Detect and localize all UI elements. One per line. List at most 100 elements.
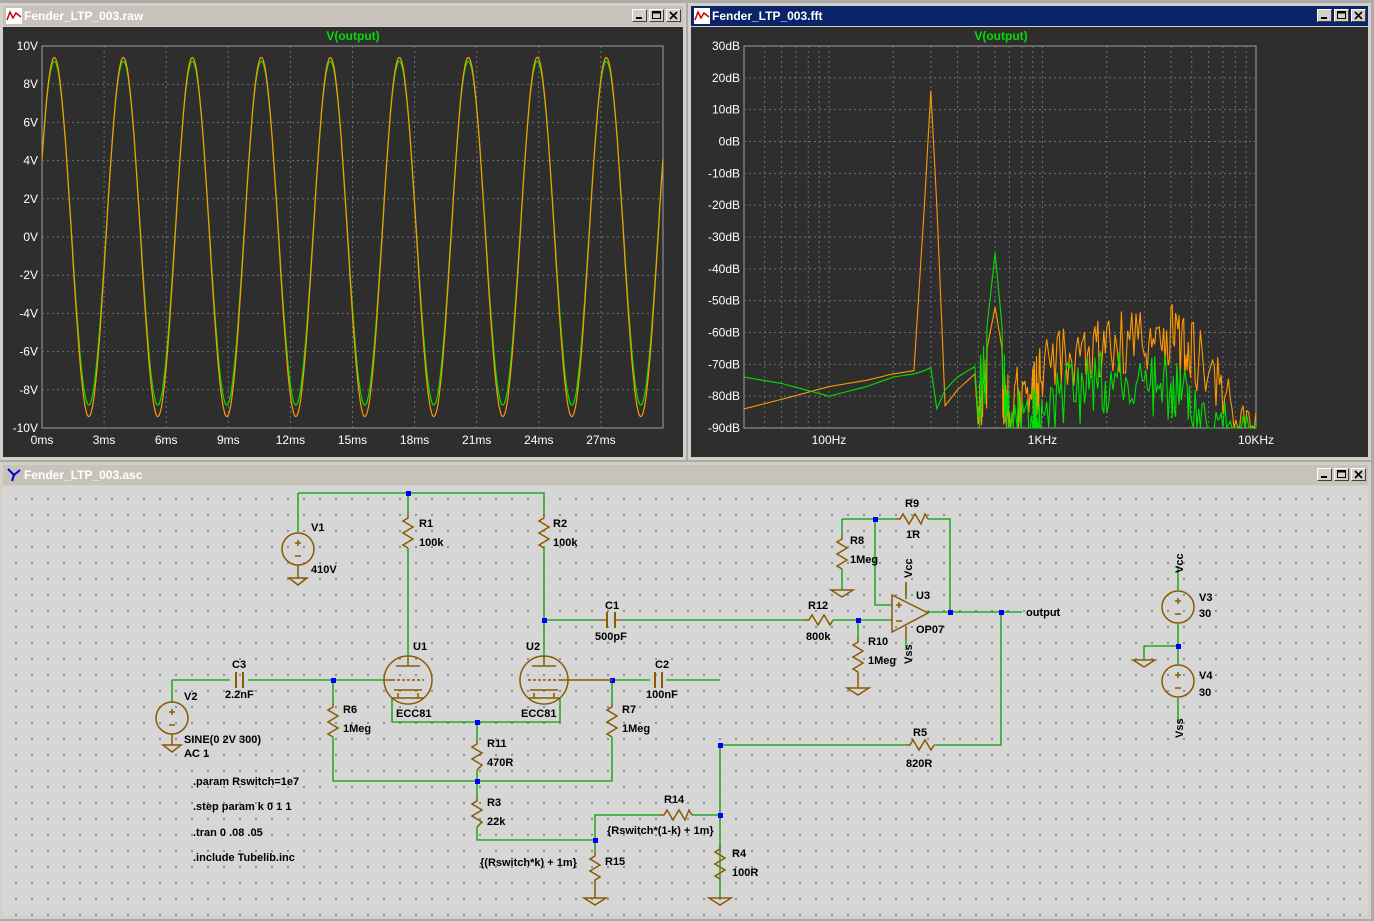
- schematic-window[interactable]: Fender_LTP_003.asc V1 410V R1 100k R2 10…: [0, 462, 1371, 919]
- label-R10[interactable]: R10: [868, 636, 888, 648]
- raw-x-tick-label: 21ms: [462, 433, 491, 447]
- capacitor-C3: [235, 672, 244, 688]
- fft-window-title: Fender_LTP_003.fft: [712, 9, 823, 23]
- label-R9[interactable]: R9: [905, 498, 919, 510]
- label-R5-value[interactable]: 820R: [906, 758, 932, 770]
- fft-plot-window[interactable]: Fender_LTP_003.fft 30dB 20dB 10dB 0dB -10dB -…: [688, 3, 1371, 460]
- directive-param[interactable]: .param Rswitch=1e7: [193, 776, 299, 788]
- raw-x-tick-label: 3ms: [93, 433, 116, 447]
- directive-include[interactable]: .include Tubelib.inc: [193, 852, 295, 864]
- label-R15[interactable]: R15: [605, 856, 625, 868]
- label-U1-value[interactable]: ECC81: [396, 708, 431, 720]
- label-R2-value[interactable]: 100k: [553, 537, 578, 549]
- capacitor-C2: [654, 672, 663, 688]
- schematic-canvas[interactable]: V1 410V R1 100k R2 100k C1 500pF R12 800…: [3, 486, 1368, 916]
- label-U3[interactable]: U3: [916, 590, 930, 602]
- label-output-net[interactable]: output: [1026, 607, 1061, 619]
- label-R3-value[interactable]: 22k: [487, 816, 506, 828]
- label-U2-value[interactable]: ECC81: [521, 708, 556, 720]
- label-R12[interactable]: R12: [808, 600, 828, 612]
- label-R7-value[interactable]: 1Meg: [622, 723, 650, 735]
- label-R6-value[interactable]: 1Meg: [343, 723, 371, 735]
- label-vss-rail[interactable]: Vss: [1174, 718, 1186, 738]
- minimize-button[interactable]: [1317, 9, 1332, 22]
- label-V1[interactable]: V1: [311, 522, 324, 534]
- label-V4-value[interactable]: 30: [1199, 687, 1211, 699]
- raw-y-tick-label: 2V: [23, 192, 38, 206]
- label-R9-value[interactable]: 1R: [906, 529, 920, 541]
- label-U1[interactable]: U1: [413, 641, 427, 653]
- fft-plot-area[interactable]: 30dB 20dB 10dB 0dB -10dB -20dB -30dB -40dB -50dB…: [691, 27, 1368, 457]
- label-vcc-rail[interactable]: Vcc: [1174, 553, 1186, 573]
- label-R3[interactable]: R3: [487, 797, 501, 809]
- label-R8-value[interactable]: 1Meg: [850, 554, 878, 566]
- label-R15-value[interactable]: {(Rswitch*k) + 1m}: [480, 857, 578, 869]
- label-vss-opamp[interactable]: Vss: [903, 644, 915, 664]
- ground-icon: [706, 897, 734, 906]
- raw-plot-svg: 10V8V6V4V2V0V-2V-4V-6V-8V-10V0ms 3ms 6ms 9m…: [13, 29, 664, 447]
- close-button[interactable]: [1351, 9, 1366, 22]
- fft-title-bar[interactable]: Fender_LTP_003.fft: [691, 6, 1368, 26]
- label-R1-value[interactable]: 100k: [419, 537, 444, 549]
- label-R1[interactable]: R1: [419, 518, 433, 530]
- label-R11[interactable]: R11: [487, 738, 507, 750]
- raw-trace-label[interactable]: V(output): [326, 29, 379, 43]
- minimize-icon: [1321, 476, 1327, 478]
- label-R5[interactable]: R5: [913, 727, 927, 739]
- maximize-button[interactable]: [649, 9, 664, 22]
- directive-step[interactable]: .step param k 0 1 1: [193, 801, 291, 813]
- label-R7[interactable]: R7: [622, 704, 636, 716]
- maximize-button[interactable]: [1334, 9, 1349, 22]
- minimize-button[interactable]: [632, 9, 647, 22]
- label-R14[interactable]: R14: [664, 794, 685, 806]
- raw-title-bar[interactable]: Fender_LTP_003.raw: [3, 6, 683, 26]
- directive-tran[interactable]: .tran 0 .08 .05: [193, 827, 263, 839]
- raw-y-tick-label: -4V: [19, 306, 38, 320]
- label-C2-value[interactable]: 100nF: [646, 689, 678, 701]
- label-R2[interactable]: R2: [553, 518, 567, 530]
- label-C3-value[interactable]: 2.2nF: [225, 689, 254, 701]
- label-R6[interactable]: R6: [343, 704, 357, 716]
- raw-plot-area[interactable]: 10V 8V 6V 4V 2V 0V -2V -4V -6V -8V -10V 0ms 3ms 6ms 9m…: [3, 27, 683, 457]
- ground-icon: [581, 897, 609, 906]
- label-U3-value[interactable]: OP07: [916, 624, 944, 636]
- label-V2[interactable]: V2: [184, 691, 197, 703]
- fft-trace-label[interactable]: V(output): [974, 29, 1027, 43]
- schematic-icon: [7, 468, 21, 482]
- fft-y-tick-label: -30dB: [708, 230, 740, 244]
- label-C2[interactable]: C2: [655, 659, 669, 671]
- label-R11-value[interactable]: 470R: [487, 757, 513, 769]
- label-vcc-opamp[interactable]: Vcc: [903, 558, 915, 578]
- schematic-title-bar[interactable]: Fender_LTP_003.asc: [3, 465, 1368, 485]
- label-V4[interactable]: V4: [1199, 670, 1213, 682]
- label-R12-value[interactable]: 800k: [806, 631, 831, 643]
- label-R10-value[interactable]: 1Meg: [868, 655, 896, 667]
- label-R4[interactable]: R4: [732, 848, 747, 860]
- label-C3[interactable]: C3: [232, 659, 246, 671]
- label-V2-value-1[interactable]: SINE(0 2V 300): [184, 734, 261, 746]
- label-R4-value[interactable]: 100R: [732, 867, 758, 879]
- capacitors: [235, 612, 663, 688]
- close-button[interactable]: [666, 9, 681, 22]
- minimize-button[interactable]: [1317, 468, 1332, 481]
- resistor-R2: [537, 514, 551, 549]
- label-R8[interactable]: R8: [850, 535, 864, 547]
- label-V1-value[interactable]: 410V: [311, 564, 337, 576]
- label-U2[interactable]: U2: [526, 641, 540, 653]
- voltage-source-V4: [1161, 664, 1195, 698]
- maximize-icon: [1337, 11, 1346, 19]
- raw-y-tick-label: -6V: [19, 345, 38, 359]
- resistor-R3: [470, 797, 484, 828]
- label-V3-value[interactable]: 30: [1199, 608, 1211, 620]
- label-C1-value[interactable]: 500pF: [595, 631, 627, 643]
- label-V3[interactable]: V3: [1199, 592, 1212, 604]
- maximize-button[interactable]: [1334, 468, 1349, 481]
- raw-plot-window[interactable]: Fender_LTP_003.raw 10V 8V 6V 4V 2V 0V -2V -4V -6…: [0, 3, 686, 460]
- label-C1[interactable]: C1: [605, 600, 619, 612]
- triode-U1: [383, 655, 433, 705]
- label-R14-value[interactable]: {Rswitch*(1-k) + 1m}: [607, 825, 714, 837]
- resistor-R7: [605, 703, 619, 738]
- close-button[interactable]: [1351, 468, 1366, 481]
- capacitor-C1: [599, 612, 623, 628]
- label-V2-value-2[interactable]: AC 1: [184, 748, 209, 760]
